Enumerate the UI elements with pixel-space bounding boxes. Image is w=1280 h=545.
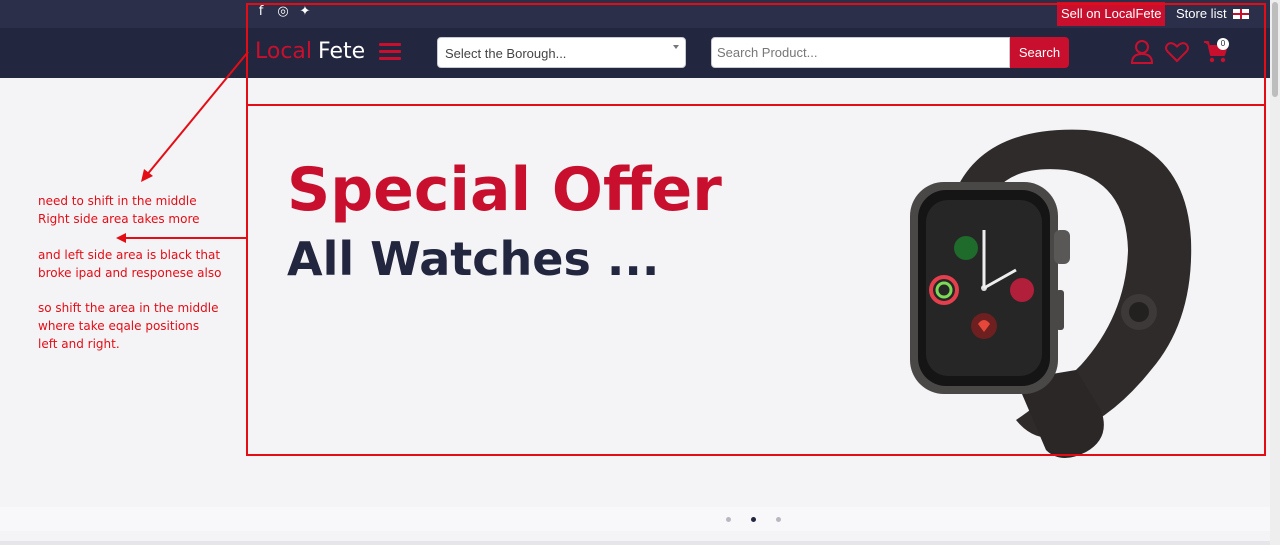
page: f ◎ ✦ Sell on LocalFete Store list Local… [0, 0, 1280, 545]
annotation-box-banner [246, 104, 1266, 456]
carousel-dot-1[interactable] [726, 517, 731, 522]
page-bottom-edge [0, 541, 1280, 545]
annotation-note-2: and left side area is black that broke i… [38, 246, 238, 282]
annotation-line-3: and left side area is black that [38, 248, 221, 262]
annotation-note-1: need to shift in the middle Right side a… [38, 192, 238, 228]
annotation-line-1: need to shift in the middle [38, 194, 197, 208]
annotation-line-5: so shift the area in the middle [38, 301, 219, 315]
scrollbar-thumb[interactable] [1272, 2, 1278, 97]
carousel-dot-3[interactable] [776, 517, 781, 522]
annotation-line-6: where take eqale positions [38, 319, 200, 333]
carousel-dot-2[interactable] [751, 517, 756, 522]
carousel-indicator-bar [0, 507, 1280, 531]
annotation-note-3: so shift the area in the middle where ta… [38, 299, 238, 353]
annotation-line-7: left and right. [38, 337, 120, 351]
annotation-box-header [246, 3, 1266, 106]
annotation-line-2: Right side area takes more [38, 212, 200, 226]
annotation-line-4: broke ipad and responese also [38, 266, 222, 280]
